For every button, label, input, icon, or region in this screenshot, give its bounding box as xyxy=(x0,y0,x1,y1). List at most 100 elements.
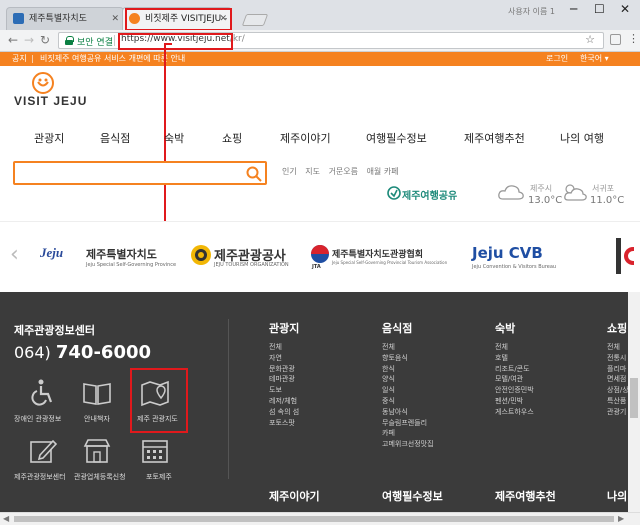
footer-col-title[interactable]: 관광지 xyxy=(269,320,299,336)
footer-link[interactable]: 카페 xyxy=(382,428,434,439)
quick-link[interactable]: 인기 xyxy=(282,167,297,176)
reload-icon[interactable]: ↻ xyxy=(40,33,50,47)
footer-col-title[interactable]: 숙박 xyxy=(495,320,515,336)
footer-link[interactable]: 관광기 xyxy=(607,407,629,418)
shortcut-label[interactable]: 안내책자 xyxy=(84,414,110,424)
search-icon[interactable] xyxy=(246,166,262,182)
footer-link[interactable]: 상점/상 xyxy=(607,385,629,396)
footer-col-title[interactable]: 나의 xyxy=(607,488,627,504)
footer-link[interactable]: 일식 xyxy=(382,385,434,396)
footer-link[interactable]: 펜션/민박 xyxy=(495,396,534,407)
chevron-left-icon[interactable]: ‹ xyxy=(10,242,19,267)
nav-item-my-trip[interactable]: 나의 여행 xyxy=(560,130,604,146)
back-arrow-icon[interactable]: ← xyxy=(8,33,18,47)
footer-link[interactable]: 고메위크선정맛집 xyxy=(382,439,434,450)
scrollbar-thumb[interactable] xyxy=(14,516,614,522)
nav-item-restaurants[interactable]: 음식점 xyxy=(100,130,130,146)
partner-logo-partial xyxy=(616,238,621,274)
nav-item-lodging[interactable]: 숙박 xyxy=(164,130,184,146)
footer-link[interactable]: 전체 xyxy=(382,342,434,353)
footer-link[interactable]: 동남아식 xyxy=(382,407,434,418)
footer-col-title[interactable]: 제주여행추천 xyxy=(495,488,556,504)
search-box[interactable] xyxy=(13,161,267,185)
wheelchair-icon[interactable] xyxy=(28,378,58,406)
nav-item-jeju-story[interactable]: 제주이야기 xyxy=(280,130,331,146)
quick-link[interactable]: 지도 xyxy=(305,167,320,176)
footer-link[interactable]: 무슬림프렌들리 xyxy=(382,418,434,429)
new-tab-button[interactable] xyxy=(241,14,269,26)
scroll-left-icon[interactable]: ◀ xyxy=(3,514,9,523)
footer-col-title[interactable]: 쇼핑 xyxy=(607,320,627,336)
footer-link[interactable]: 플리마 xyxy=(607,364,629,375)
edit-icon[interactable] xyxy=(28,437,58,465)
footer-link[interactable]: 전통시 xyxy=(607,353,629,364)
quick-link[interactable]: 거문오름 xyxy=(329,167,358,176)
site-logo[interactable]: VISIT JEJU xyxy=(14,94,87,108)
scrollbar-thumb[interactable] xyxy=(630,378,638,418)
partner-mark[interactable]: Jeju CVB xyxy=(472,244,543,262)
phone-prefix: 064) xyxy=(14,343,51,362)
quick-link[interactable]: 애월 카페 xyxy=(367,167,399,176)
nav-item-shopping[interactable]: 쇼핑 xyxy=(222,130,242,146)
footer-link[interactable]: 전체 xyxy=(269,342,299,353)
footer-link[interactable]: 테마관광 xyxy=(269,374,299,385)
footer-link[interactable]: 레저/체험 xyxy=(269,396,299,407)
calendar-icon[interactable] xyxy=(140,437,170,465)
footer-link[interactable]: 포토스팟 xyxy=(269,418,299,429)
footer-link[interactable]: 게스트하우스 xyxy=(495,407,534,418)
footer-link[interactable]: 양식 xyxy=(382,374,434,385)
footer-link[interactable]: 면세점 xyxy=(607,374,629,385)
footer-link[interactable]: 향토음식 xyxy=(382,353,434,364)
forward-arrow-icon[interactable]: → xyxy=(24,33,34,47)
store-icon[interactable] xyxy=(82,437,112,465)
scroll-right-icon[interactable]: ▶ xyxy=(618,514,624,523)
footer-link[interactable]: 모텔/여관 xyxy=(495,374,534,385)
shortcut-label[interactable]: 관광업체등록신청 xyxy=(74,472,126,482)
lock-icon xyxy=(65,36,74,45)
horizontal-scrollbar[interactable]: ◀ ▶ xyxy=(0,512,640,525)
footer-col-title[interactable]: 제주이야기 xyxy=(269,488,320,504)
vertical-scrollbar[interactable] xyxy=(628,292,640,512)
footer-link[interactable]: 중식 xyxy=(382,396,434,407)
visitjeju-logo-icon xyxy=(32,72,54,94)
maximize-button[interactable]: ☐ xyxy=(594,2,605,16)
footer-link[interactable]: 특산품 xyxy=(607,396,629,407)
close-tab-icon[interactable]: ✕ xyxy=(111,8,119,30)
login-link[interactable]: 로그인 xyxy=(546,52,568,66)
footer-link[interactable]: 안전인증민박 xyxy=(495,385,534,396)
menu-icon[interactable]: ⋮ xyxy=(628,32,639,45)
footer-link[interactable]: 문화관광 xyxy=(269,364,299,375)
cloud-icon xyxy=(498,185,524,200)
search-input[interactable] xyxy=(19,165,239,181)
footer-link[interactable]: 전체 xyxy=(495,342,534,353)
partner-name[interactable]: 제주특별자치도 xyxy=(86,246,157,262)
bookmark-star-icon[interactable]: ☆ xyxy=(585,33,595,46)
footer-link[interactable]: 자연 xyxy=(269,353,299,364)
footer-link[interactable]: 섬 속의 섬 xyxy=(269,407,299,418)
footer-col-list: 전체 호텔 리조트/콘도 모텔/여관 안전인증민박 펜션/민박 게스트하우스 xyxy=(495,342,534,418)
minimize-button[interactable]: ─ xyxy=(570,2,577,16)
shortcut-label[interactable]: 포토제주 xyxy=(146,472,172,482)
nav-item-travel-info[interactable]: 여행필수정보 xyxy=(366,130,427,146)
footer-link[interactable]: 도보 xyxy=(269,385,299,396)
footer-col-title[interactable]: 음식점 xyxy=(382,320,412,336)
extension-icon[interactable] xyxy=(610,34,621,45)
partner-banner: ‹ Jeju 제주특별자치도 Jeju Special Self-Governi… xyxy=(0,221,640,292)
footer-link[interactable]: 호텔 xyxy=(495,353,534,364)
nav-item-attractions[interactable]: 관광지 xyxy=(34,130,64,146)
profile-name[interactable]: 사용자 이름 1 xyxy=(508,6,555,17)
shortcut-label[interactable]: 장애인 관광정보 xyxy=(14,414,61,424)
info-center-phone[interactable]: 064) 740-6000 xyxy=(14,342,151,363)
footer-link[interactable]: 리조트/콘도 xyxy=(495,364,534,375)
travel-share-link[interactable]: 제주여행공유 xyxy=(402,187,457,202)
shortcut-label[interactable]: 제주관광정보센터 xyxy=(14,472,66,482)
browser-tab-jeju-province[interactable]: 제주특별자치도 ✕ xyxy=(6,7,124,30)
footer-link[interactable]: 전체 xyxy=(607,342,629,353)
footer-link[interactable]: 한식 xyxy=(382,364,434,375)
footer-col-title[interactable]: 여행필수정보 xyxy=(382,488,443,504)
close-window-button[interactable]: ✕ xyxy=(620,2,630,16)
partner-name[interactable]: 제주특별자치도관광협회 xyxy=(332,247,423,260)
language-select[interactable]: 한국어 ▾ xyxy=(580,52,609,66)
book-icon[interactable] xyxy=(82,380,112,408)
nav-item-recommendations[interactable]: 제주여행추천 xyxy=(464,130,525,146)
